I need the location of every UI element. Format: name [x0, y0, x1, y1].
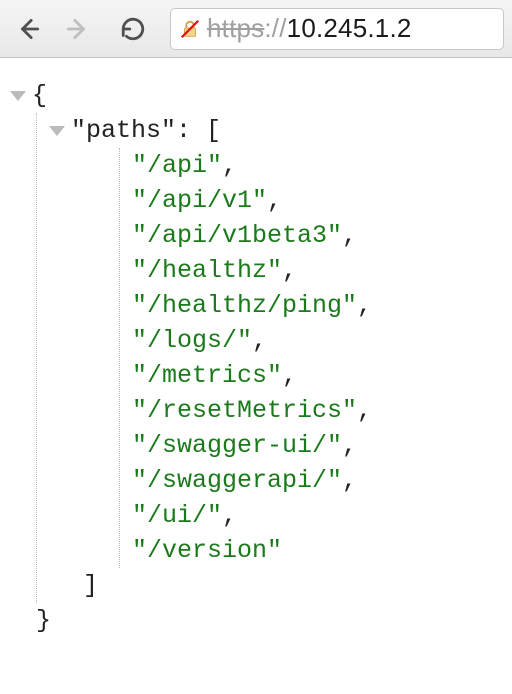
json-string-entry: "/healthz",: [132, 253, 502, 288]
json-string-entry: "/ui/",: [132, 498, 502, 533]
brace-open: {: [32, 78, 47, 113]
comma: ,: [252, 323, 267, 358]
comma: ,: [267, 183, 282, 218]
json-string-entry: "/version": [132, 533, 502, 568]
json-string-value: "/api/v1": [132, 183, 267, 218]
json-string-value: "/api/v1beta3": [132, 218, 342, 253]
url-text: https://10.245.1.2: [207, 13, 412, 44]
json-string-value: "/healthz": [132, 253, 282, 288]
json-string-value: "/swagger-ui/": [132, 428, 342, 463]
bracket-close: ]: [83, 568, 98, 603]
json-string-value: "/resetMetrics": [132, 393, 357, 428]
url-protocol: https: [207, 13, 264, 43]
json-string-value: "/metrics": [132, 358, 282, 393]
json-string-value: "/swaggerapi/": [132, 463, 342, 498]
json-array-entries: "/api","/api/v1","/api/v1beta3","/health…: [119, 148, 502, 568]
comma: ,: [342, 428, 357, 463]
insecure-lock-icon: [179, 18, 201, 40]
bracket-open: [: [206, 113, 221, 148]
json-key-paths: "paths": [71, 113, 176, 148]
json-string-entry: "/metrics",: [132, 358, 502, 393]
json-string-entry: "/api",: [132, 148, 502, 183]
json-string-value: "/ui/": [132, 498, 222, 533]
comma: ,: [342, 218, 357, 253]
json-string-value: "/healthz/ping": [132, 288, 357, 323]
json-string-entry: "/api/v1",: [132, 183, 502, 218]
json-string-entry: "/api/v1beta3",: [132, 218, 502, 253]
json-string-value: "/version": [132, 533, 282, 568]
url-host: 10.245.1.2: [287, 13, 412, 43]
comma: ,: [282, 253, 297, 288]
json-string-entry: "/swagger-ui/",: [132, 428, 502, 463]
json-string-value: "/api": [132, 148, 222, 183]
json-string-value: "/logs/": [132, 323, 252, 358]
comma: ,: [357, 393, 372, 428]
brace-close: }: [36, 603, 51, 638]
url-slashes: ://: [264, 13, 286, 43]
comma: ,: [342, 463, 357, 498]
json-string-entry: "/swaggerapi/",: [132, 463, 502, 498]
disclosure-triangle-icon[interactable]: [10, 91, 26, 101]
json-viewer: { "paths": [ "/api","/api/v1","/api/v1be…: [0, 58, 512, 658]
json-string-entry: "/logs/",: [132, 323, 502, 358]
back-button[interactable]: [8, 8, 50, 50]
disclosure-triangle-icon[interactable]: [49, 126, 65, 136]
comma: ,: [357, 288, 372, 323]
forward-button[interactable]: [56, 8, 98, 50]
json-string-entry: "/resetMetrics",: [132, 393, 502, 428]
browser-toolbar: https://10.245.1.2: [0, 0, 512, 58]
json-string-entry: "/healthz/ping",: [132, 288, 502, 323]
comma: ,: [222, 498, 237, 533]
address-bar[interactable]: https://10.245.1.2: [170, 8, 504, 50]
comma: ,: [222, 148, 237, 183]
reload-button[interactable]: [112, 8, 154, 50]
colon: :: [176, 113, 206, 148]
comma: ,: [282, 358, 297, 393]
